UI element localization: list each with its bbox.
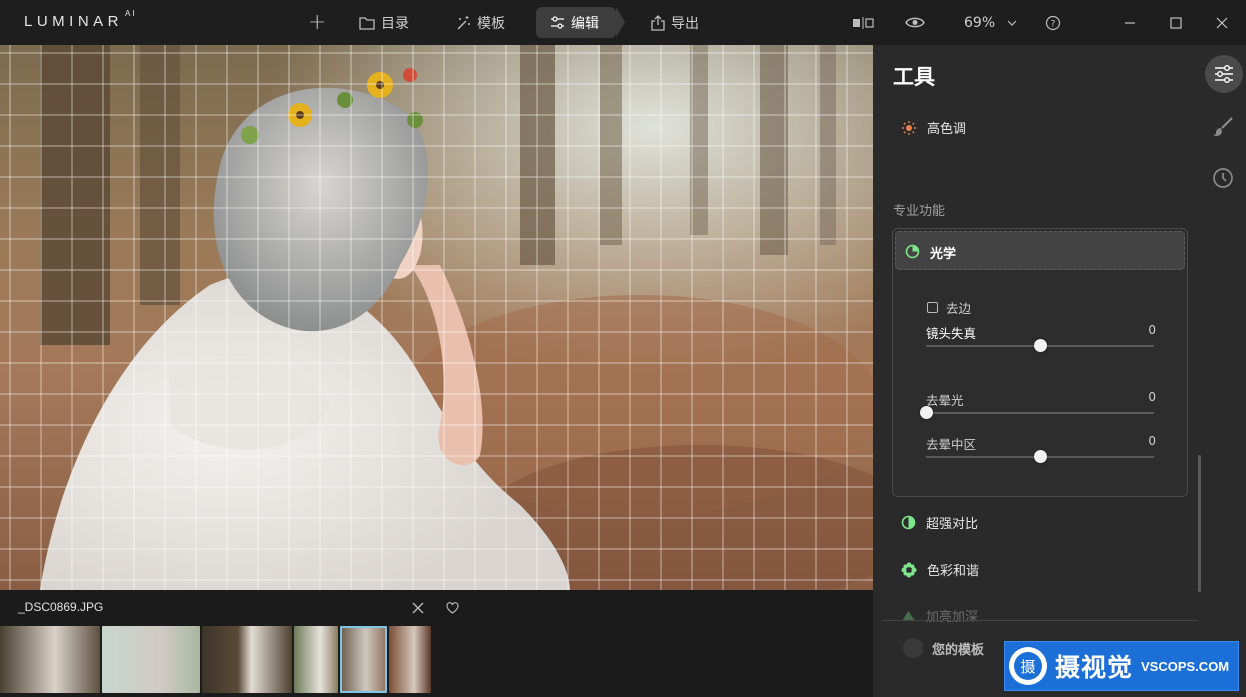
slider-value: 0: [1148, 390, 1156, 404]
help-button[interactable]: ?: [1045, 7, 1061, 38]
slider-label: 去晕光: [926, 393, 964, 408]
slider-1[interactable]: 去晕光 0: [920, 390, 1156, 419]
plus-icon: +: [308, 10, 327, 35]
tab-edit-label: 编辑: [571, 15, 599, 32]
slider-knob[interactable]: [1034, 339, 1047, 352]
tab-export[interactable]: 导出: [651, 7, 699, 38]
template-avatar: [903, 638, 923, 658]
slider-2[interactable]: 去晕中区 0: [926, 434, 1156, 463]
defringe-checkbox[interactable]: [927, 302, 938, 313]
tab-catalog[interactable]: 目录: [359, 7, 409, 38]
slider-track[interactable]: [926, 412, 1154, 414]
tool-color-harmony-label: 色彩和谐: [927, 564, 980, 579]
preview-button[interactable]: [905, 7, 925, 38]
thumbnail-strip: [0, 626, 431, 694]
defringe-checkbox-row[interactable]: 去边: [927, 298, 971, 317]
contrast-icon: [901, 515, 916, 530]
optics-header[interactable]: 光学: [895, 231, 1185, 270]
photo-canvas[interactable]: [0, 45, 873, 590]
slider-knob[interactable]: [1034, 450, 1047, 463]
help-icon: ?: [1045, 15, 1061, 30]
folder-icon: [359, 16, 375, 30]
optics-panel: 光学 去边 镜头失真 0 去晕光 0 去晕中区 0: [892, 228, 1188, 497]
svg-text:?: ?: [1051, 19, 1056, 29]
zoom-value: 69%: [964, 14, 996, 31]
slider-knob[interactable]: [920, 406, 933, 419]
compare-icon: [853, 16, 874, 29]
tab-export-label: 导出: [671, 15, 699, 32]
app-logo: LUMINAR AI: [24, 9, 137, 30]
slider-value: 0: [1148, 323, 1156, 337]
my-templates-label: 您的模板: [932, 642, 985, 658]
tab-edit[interactable]: 编辑: [536, 7, 625, 38]
maximize-button[interactable]: [1170, 7, 1182, 38]
flower-icon: [901, 562, 917, 577]
thumbnail[interactable]: [202, 626, 292, 693]
maximize-icon: [1170, 16, 1182, 29]
share-icon: [651, 14, 665, 31]
filmstrip-bar: _DSC0869.JPG: [0, 590, 873, 697]
close-button[interactable]: [1216, 7, 1228, 38]
minimize-button[interactable]: [1124, 7, 1136, 38]
thumbnail[interactable]: [102, 626, 200, 693]
grid-overlay: [0, 45, 873, 590]
watermark-domain: VSCOPS.COM: [1141, 658, 1230, 674]
watermark-text: 摄视觉: [1055, 653, 1134, 682]
section-pro-label: 专业功能: [893, 204, 946, 219]
side-icon-column: [1198, 45, 1246, 245]
heart-icon[interactable]: [446, 602, 459, 614]
tools-tab-button[interactable]: [1205, 55, 1243, 93]
tool-dodge-burn[interactable]: 加亮加深: [901, 606, 978, 625]
filename-label: _DSC0869.JPG: [18, 600, 104, 614]
tool-color-harmony[interactable]: 色彩和谐: [901, 560, 979, 579]
thumbnail[interactable]: [389, 626, 431, 693]
add-button[interactable]: +: [308, 7, 326, 38]
history-icon[interactable]: [1212, 167, 1234, 189]
tab-catalog-label: 目录: [381, 15, 409, 32]
chevron-down-icon: [1007, 20, 1017, 26]
panel-scrollbar[interactable]: [1198, 455, 1201, 592]
watermark-logo: 摄 摄视觉 VSCOPS.COM: [1004, 641, 1239, 691]
thumbnail[interactable]: [294, 626, 338, 693]
slider-0[interactable]: 镜头失真 0: [926, 323, 1156, 352]
close-icon: [1216, 17, 1228, 28]
brush-icon[interactable]: [1212, 116, 1234, 138]
tool-dodge-burn-label: 加亮加深: [926, 610, 979, 625]
close-icon[interactable]: [412, 602, 424, 614]
tab-templates[interactable]: 模板: [455, 7, 505, 38]
panel-title: 工具: [893, 65, 935, 89]
zoom-select[interactable]: 69%: [964, 7, 1017, 38]
my-templates-row[interactable]: 您的模板: [903, 638, 984, 658]
watermark-badge: 摄: [1009, 647, 1047, 685]
top-toolbar: LUMINAR AI + 目录 模板 编辑 导出 69% ?: [0, 0, 1246, 45]
sliders-icon: [1215, 65, 1233, 83]
tool-supercontrast[interactable]: 超强对比: [901, 513, 978, 532]
defringe-label: 去边: [946, 301, 972, 316]
tab-templates-label: 模板: [477, 15, 505, 32]
thumbnail-selected[interactable]: [340, 626, 387, 693]
optics-label: 光学: [930, 247, 957, 262]
sun-icon: [902, 120, 916, 135]
tool-high-key[interactable]: 高色调: [901, 118, 966, 137]
thumbnail[interactable]: [0, 626, 100, 693]
eye-icon: [905, 17, 925, 28]
optics-icon: [905, 244, 920, 259]
magic-wand-icon: [457, 15, 470, 29]
tool-supercontrast-label: 超强对比: [926, 517, 979, 532]
tool-high-key-label: 高色调: [927, 122, 967, 137]
minimize-icon: [1125, 21, 1135, 24]
compare-button[interactable]: [852, 7, 874, 38]
panel-footer-divider: [882, 620, 1198, 621]
tools-panel: 工具 高色调 专业功能 光学 去边 镜头失真 0 去晕光 0 去晕中区 0 超强对比 色彩…: [873, 45, 1246, 697]
sliders-icon: [551, 16, 564, 29]
slider-value: 0: [1148, 434, 1156, 448]
